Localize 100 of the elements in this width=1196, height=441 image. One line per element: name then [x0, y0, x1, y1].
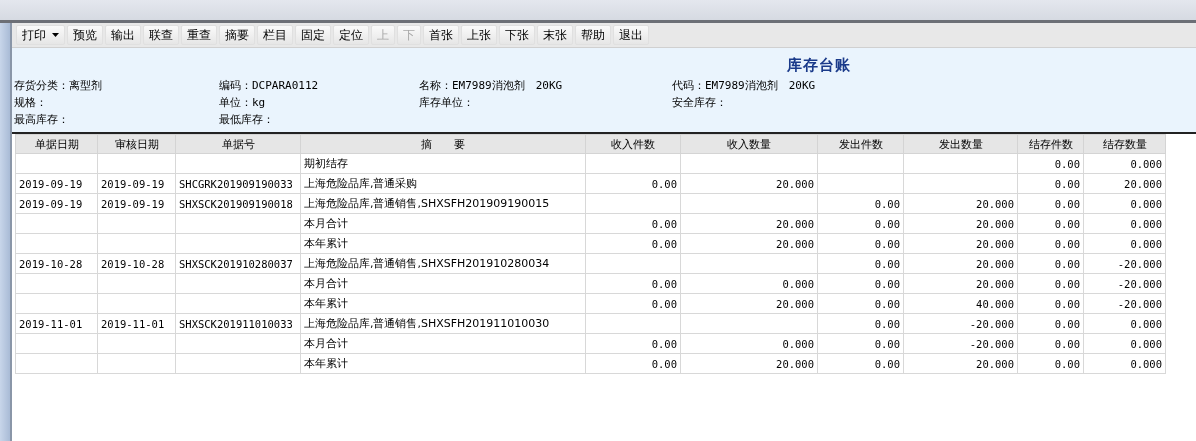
- toolbar-button[interactable]: 退出: [613, 25, 649, 45]
- table-cell: 期初结存: [300, 153, 586, 174]
- info-field: 代码：EM7989消泡剂 20KG: [672, 78, 972, 93]
- table-cell: SHCGRK201909190033: [175, 173, 301, 194]
- table-cell: 0.00: [817, 333, 904, 354]
- table-cell: 0.00: [585, 213, 681, 234]
- table-cell: 2019-09-19: [97, 173, 176, 194]
- table-cell: 0.00: [817, 293, 904, 314]
- table-cell: 0.000: [680, 333, 818, 354]
- table-cell: 0.00: [1017, 233, 1084, 254]
- table-cell: 20.000: [903, 213, 1018, 234]
- table-cell: 0.00: [817, 193, 904, 214]
- toolbar-button[interactable]: 输出: [105, 25, 141, 45]
- toolbar-button[interactable]: 帮助: [575, 25, 611, 45]
- info-field: 编码：DCPARA0112: [219, 78, 419, 93]
- table-cell: 上海危险品库,普通销售,SHXSFH201910280034: [300, 253, 586, 274]
- info-field: 最高库存：: [14, 112, 219, 127]
- report-title: 库存台账: [787, 56, 851, 75]
- table-cell: 0.000: [1083, 193, 1166, 214]
- table-cell: 0.000: [680, 273, 818, 294]
- toolbar-button[interactable]: 预览: [67, 25, 103, 45]
- table-cell: 20.000: [903, 193, 1018, 214]
- table-cell: 0.00: [1017, 173, 1084, 194]
- table-cell: 0.000: [1083, 313, 1166, 334]
- table-cell: 2019-11-01: [15, 313, 98, 334]
- table-cell: 上海危险品库,普通销售,SHXSFH201909190015: [300, 193, 586, 214]
- table-cell: 20.000: [680, 293, 818, 314]
- table-cell: 20.000: [680, 213, 818, 234]
- column-header[interactable]: 单据号: [175, 134, 301, 154]
- info-field: 最低库存：: [219, 112, 419, 127]
- toolbar-button[interactable]: 首张: [423, 25, 459, 45]
- info-field: 名称：EM7989消泡剂 20KG: [419, 78, 672, 93]
- column-header[interactable]: 发出数量: [903, 134, 1018, 154]
- table-cell: 0.00: [585, 293, 681, 314]
- column-header[interactable]: 收入数量: [680, 134, 818, 154]
- table-cell: 0.00: [1017, 333, 1084, 354]
- info-field: 安全库存：: [672, 95, 972, 110]
- column-header[interactable]: 结存数量: [1083, 134, 1166, 154]
- table-cell: 0.00: [585, 353, 681, 374]
- table-cell: 0.00: [1017, 273, 1084, 294]
- toolbar-button[interactable]: 末张: [537, 25, 573, 45]
- toolbar-button[interactable]: 栏目: [257, 25, 293, 45]
- table-cell: 0.00: [585, 333, 681, 354]
- table-cell: 0.000: [1083, 333, 1166, 354]
- caret-icon: [52, 33, 59, 37]
- table-cell: 0.000: [1083, 233, 1166, 254]
- table-cell: 20.000: [903, 353, 1018, 374]
- table-cell: 20.000: [903, 273, 1018, 294]
- table-cell: -20.000: [1083, 253, 1166, 274]
- table-cell: 本年累计: [300, 353, 586, 374]
- table-cell: SHXSCK201911010033: [175, 313, 301, 334]
- table-cell: SHXSCK201909190018: [175, 193, 301, 214]
- table-cell: 2019-11-01: [97, 313, 176, 334]
- table-cell: 2019-09-19: [97, 193, 176, 214]
- table-cell: 20.000: [680, 233, 818, 254]
- table-cell: 0.00: [1017, 293, 1084, 314]
- info-field: 库存单位：: [419, 95, 672, 110]
- column-header[interactable]: 收入件数: [585, 134, 681, 154]
- toolbar-button[interactable]: 定位: [333, 25, 369, 45]
- table-cell: 2019-10-28: [97, 253, 176, 274]
- table-cell: 0.00: [585, 233, 681, 254]
- table-cell: 2019-10-28: [15, 253, 98, 274]
- column-header[interactable]: 审核日期: [97, 134, 176, 154]
- toolbar-button[interactable]: 重查: [181, 25, 217, 45]
- table-cell: 20.000: [680, 353, 818, 374]
- table-cell: 0.000: [1083, 153, 1166, 174]
- table-cell: 0.00: [1017, 253, 1084, 274]
- toolbar-button[interactable]: 固定: [295, 25, 331, 45]
- table-cell: 0.00: [1017, 213, 1084, 234]
- info-field: 存货分类：离型剂: [14, 78, 219, 93]
- table-cell: 本年累计: [300, 293, 586, 314]
- table-cell: 0.000: [1083, 213, 1166, 234]
- info-field: 规格：: [14, 95, 219, 110]
- table-cell: 上海危险品库,普通采购: [300, 173, 586, 194]
- table-cell: -20.000: [1083, 293, 1166, 314]
- table-cell: 0.000: [1083, 353, 1166, 374]
- table-cell: 0.00: [817, 233, 904, 254]
- table-cell: -20.000: [903, 313, 1018, 334]
- column-header[interactable]: 结存件数: [1017, 134, 1084, 154]
- column-header[interactable]: 发出件数: [817, 134, 904, 154]
- table-cell: 2019-09-19: [15, 193, 98, 214]
- table-cell: 0.00: [1017, 153, 1084, 174]
- toolbar-button[interactable]: 下张: [499, 25, 535, 45]
- table-cell: 0.00: [817, 253, 904, 274]
- table-cell: 0.00: [1017, 193, 1084, 214]
- toolbar-button[interactable]: 打印: [16, 25, 65, 45]
- table-cell: 0.00: [1017, 353, 1084, 374]
- toolbar-button[interactable]: 摘要: [219, 25, 255, 45]
- table-cell: 本年累计: [300, 233, 586, 254]
- column-header[interactable]: 单据日期: [15, 134, 98, 154]
- toolbar-button[interactable]: 联查: [143, 25, 179, 45]
- table-cell: SHXSCK201910280037: [175, 253, 301, 274]
- table-cell: 0.00: [817, 273, 904, 294]
- table-cell: 2019-09-19: [15, 173, 98, 194]
- table-cell: 20.000: [903, 253, 1018, 274]
- toolbar-button[interactable]: 上张: [461, 25, 497, 45]
- table-cell: 0.00: [1017, 313, 1084, 334]
- column-header[interactable]: 摘 要: [300, 134, 586, 154]
- table-cell: 本月合计: [300, 213, 586, 234]
- table-cell: 20.000: [903, 233, 1018, 254]
